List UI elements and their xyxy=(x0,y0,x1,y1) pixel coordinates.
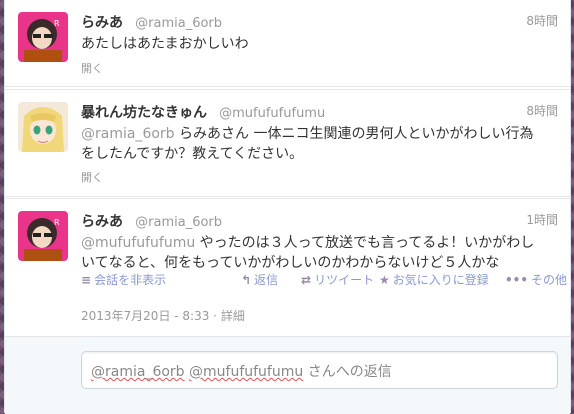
reply-area: @ramia_6orb @mufufufufumu さんへの返信 xyxy=(5,336,570,414)
reply-label: 返信 xyxy=(254,273,279,287)
tweet-text-line1: やったのは３人って放送でも言ってるよ！いかがわし xyxy=(195,235,535,251)
expand-link[interactable]: 開く xyxy=(81,60,103,76)
mention-link[interactable]: @mufufufufumu xyxy=(81,235,195,251)
detail-link[interactable]: 詳細 xyxy=(221,309,245,323)
tweet-stream: R らみあ @ramia_6orb 8時間 あたしはあたまおかしいわ 開く 暴れ… xyxy=(4,0,571,414)
retweet-label: リツイート xyxy=(314,273,375,287)
tweet-time[interactable]: 8時間 xyxy=(526,12,558,29)
tweet-time[interactable]: 8時間 xyxy=(526,102,558,119)
tweet-item-expanded[interactable]: R らみあ @ramia_6orb 1時間 @mufufufufumu やったの… xyxy=(5,198,570,335)
user-handle[interactable]: @mufufufufumu xyxy=(219,106,325,121)
reply-mention-2: @mufufufufumu xyxy=(189,364,304,380)
more-button[interactable]: ••• その他 xyxy=(505,271,567,288)
hide-conversation-label: 会話を非表示 xyxy=(94,273,167,287)
retweet-button[interactable]: ⇄ リツイート xyxy=(301,271,374,288)
more-icon: ••• xyxy=(505,273,529,287)
tweet-text-line2: いてなると、何をもっていかがわしいのかわからないけど５人かな xyxy=(81,255,500,271)
user-name[interactable]: らみあ xyxy=(81,15,123,31)
reply-placeholder: @ramia_6orb @mufufufufumu さんへの返信 xyxy=(91,361,392,381)
user-name[interactable]: らみあ xyxy=(81,214,123,230)
tweet-text-line1: らみあさん 一体ニコ生関連の男何人といかがわしい行為 xyxy=(174,126,534,142)
reply-icon: ↰ xyxy=(241,273,252,287)
tweet-item[interactable]: R らみあ @ramia_6orb 8時間 あたしはあたまおかしいわ 開く xyxy=(5,0,570,87)
tweet-text-line2: をしたんですか？教えてください。 xyxy=(81,146,304,162)
more-label: その他 xyxy=(531,273,568,287)
favorite-button[interactable]: ★ お気に入りに登録 xyxy=(379,271,489,288)
tweet-actions: ≡ 会話を非表示 ↰ 返信 ⇄ リツイート ★ お気に入りに登録 ••• その他 xyxy=(81,271,567,288)
tweet-timestamp-row: 2013年7月20日 - 8:33 · 詳細 xyxy=(81,307,245,324)
retweet-icon: ⇄ xyxy=(301,273,312,287)
tweet-time[interactable]: 1時間 xyxy=(526,211,558,228)
tweet-text: あたしはあたまおかしいわ xyxy=(81,36,249,52)
avatar[interactable]: R xyxy=(18,211,68,261)
expand-link[interactable]: 開く xyxy=(81,169,103,185)
tweet-timestamp[interactable]: 2013年7月20日 - 8:33 xyxy=(81,309,209,323)
avatar[interactable]: R xyxy=(18,12,68,62)
tweet-text: @mufufufufumu やったのは３人って放送でも言ってるよ！いかがわし い… xyxy=(81,233,556,273)
tweet-item[interactable]: 暴れん坊たなきゅん @mufufufufumu 8時間 @ramia_6orb … xyxy=(5,89,570,197)
reply-input[interactable]: @ramia_6orb @mufufufufumu さんへの返信 xyxy=(81,351,558,389)
user-handle[interactable]: @ramia_6orb xyxy=(135,16,222,31)
tweet-text: @ramia_6orb らみあさん 一体ニコ生関連の男何人といかがわしい行為 を… xyxy=(81,124,556,164)
separator: · xyxy=(209,309,221,323)
svg-text:R: R xyxy=(54,19,60,28)
user-name[interactable]: 暴れん坊たなきゅん xyxy=(81,105,207,121)
reply-mention-1: @ramia_6orb xyxy=(91,364,185,380)
conversation-icon: ≡ xyxy=(81,273,92,287)
star-icon: ★ xyxy=(379,273,390,287)
favorite-label: お気に入りに登録 xyxy=(392,273,489,287)
svg-text:R: R xyxy=(54,218,60,227)
reply-suffix: さんへの返信 xyxy=(303,364,392,380)
mention-link[interactable]: @ramia_6orb xyxy=(81,126,175,142)
reply-button[interactable]: ↰ 返信 xyxy=(241,271,278,288)
hide-conversation-button[interactable]: ≡ 会話を非表示 xyxy=(81,271,166,288)
avatar[interactable] xyxy=(18,102,68,152)
user-handle[interactable]: @ramia_6orb xyxy=(135,215,222,230)
